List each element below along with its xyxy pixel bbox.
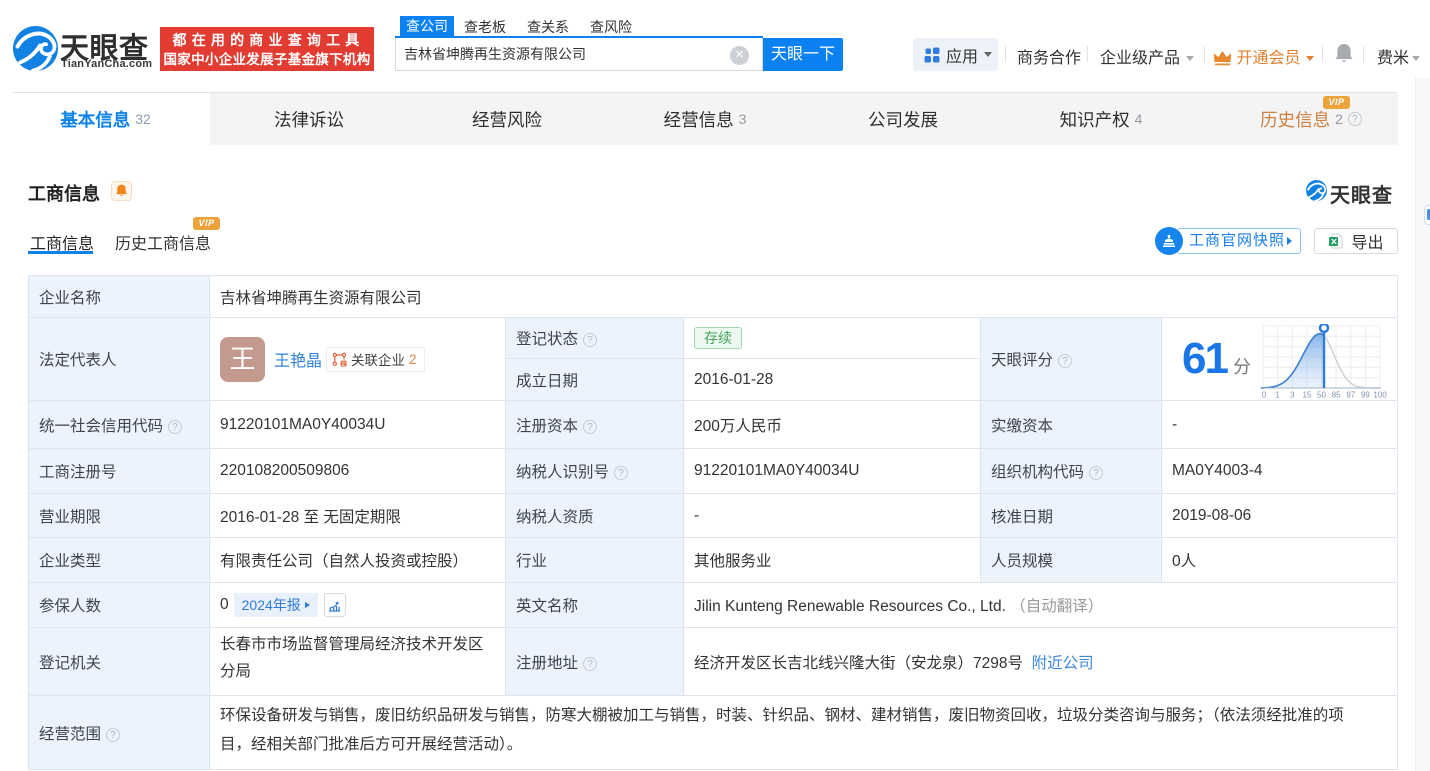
svg-text:1: 1 (1275, 391, 1280, 400)
svg-text:85: 85 (1332, 391, 1341, 400)
svg-text:97: 97 (1346, 391, 1355, 400)
svg-text:企: 企 (341, 359, 346, 367)
svg-text:15: 15 (1302, 391, 1311, 400)
svg-text:100: 100 (1373, 391, 1387, 400)
svg-text:50: 50 (1317, 391, 1326, 400)
svg-text:99: 99 (1361, 391, 1370, 400)
svg-text:0: 0 (1262, 391, 1267, 400)
svg-text:3: 3 (1290, 391, 1295, 400)
